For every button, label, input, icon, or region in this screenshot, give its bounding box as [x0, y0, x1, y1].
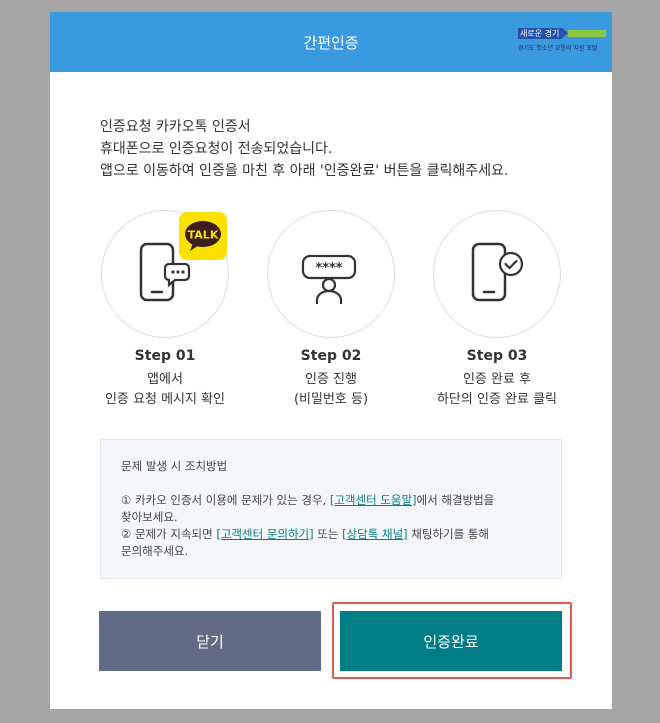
help-center-link[interactable]: [고객센터 도움말]: [330, 493, 417, 507]
step-3-desc-line-2: 하단의 인증 완료 클릭: [436, 392, 558, 407]
chat-channel-link[interactable]: [상담톡 채널]: [342, 527, 408, 541]
gyeonggi-logo: 새로운 경기 경기도 청소년 교통비 지원 포털: [518, 28, 608, 56]
step-3-desc-line-1: 인증 완료 후: [462, 372, 532, 387]
step-2-desc: 인증 진행 (비밀번호 등): [265, 370, 397, 410]
step-1: TALK Step 01 앱에서 인증 요청 메시지 확인: [99, 210, 231, 412]
logo-bar: [568, 30, 606, 37]
step-1-desc: 앱에서 인증 요청 메시지 확인: [99, 370, 231, 410]
step-2-title: Step 02: [300, 348, 362, 364]
notice-item-1: ① 카카오 인증서 이용에 문제가 있는 경우, [고객센터 도움말]에서 해결…: [121, 492, 541, 509]
step-1-desc-line-2: 인증 요청 메시지 확인: [104, 392, 226, 407]
notice-item-1-line-2: 찾아보세요.: [121, 510, 178, 524]
intro-text: 인증요청 카카오톡 인증서 휴대폰으로 인증요청이 전송되었습니다. 앱으로 이…: [100, 116, 508, 182]
logo-badge: 새로운 경기: [518, 28, 562, 39]
step-3-desc: 인증 완료 후 하단의 인증 완료 클릭: [431, 370, 563, 410]
intro-line-1: 인증요청 카카오톡 인증서: [100, 119, 251, 135]
phone-check-icon: [471, 242, 523, 302]
close-button[interactable]: 닫기: [99, 611, 321, 671]
modal-header: 간편인증 새로운 경기 경기도 청소년 교통비 지원 포털: [50, 12, 612, 72]
step-3: Step 03 인증 완료 후 하단의 인증 완료 클릭: [431, 210, 563, 412]
auth-modal: 간편인증 새로운 경기 경기도 청소년 교통비 지원 포털 인증요청 카카오톡 …: [50, 12, 612, 709]
intro-line-3: 앱으로 이동하여 인증을 마친 후 아래 '인증완료' 버튼을 클릭해주세요.: [100, 163, 509, 179]
password-user-icon: ****: [301, 254, 357, 304]
notice-title: 문제 발생 시 조치방법: [121, 459, 228, 473]
notice-item-2-line-2: 문의해주세요.: [121, 544, 189, 558]
notice-item-2-suffix: 채팅하기를 통해: [407, 527, 490, 541]
svg-text:****: ****: [315, 261, 342, 276]
notice-item-2-mid: 또는: [313, 527, 343, 541]
step-2: **** Step 02 인증 진행 (비밀번호 등): [265, 210, 397, 412]
intro-line-2: 휴대폰으로 인증요청이 전송되었습니다.: [100, 141, 333, 157]
notice-item-2-prefix: ② 문제가 지속되면: [121, 527, 217, 541]
contact-support-link[interactable]: [고객센터 문의하기]: [216, 527, 313, 541]
step-2-desc-line-2: (비밀번호 등): [293, 392, 369, 407]
auth-complete-button[interactable]: 인증완료: [340, 611, 562, 671]
step-2-desc-line-1: 인증 진행: [305, 372, 357, 387]
talk-badge-label: TALK: [188, 229, 219, 242]
kakao-talk-icon: TALK: [179, 212, 227, 260]
step-3-title: Step 03: [466, 348, 528, 364]
notice-item-2: ② 문제가 지속되면 [고객센터 문의하기] 또는 [상담톡 채널] 채팅하기를…: [121, 526, 541, 543]
notice-item-1-suffix: 에서 해결방법을: [416, 493, 495, 507]
step-1-desc-line-1: 앱에서: [147, 372, 183, 387]
logo-subtitle: 경기도 청소년 교통비 지원 포털: [518, 45, 598, 52]
troubleshoot-notice: 문제 발생 시 조치방법 ① 카카오 인증서 이용에 문제가 있는 경우, [고…: [100, 439, 562, 579]
notice-item-1-prefix: ① 카카오 인증서 이용에 문제가 있는 경우,: [121, 493, 330, 507]
step-1-title: Step 01: [134, 348, 196, 364]
